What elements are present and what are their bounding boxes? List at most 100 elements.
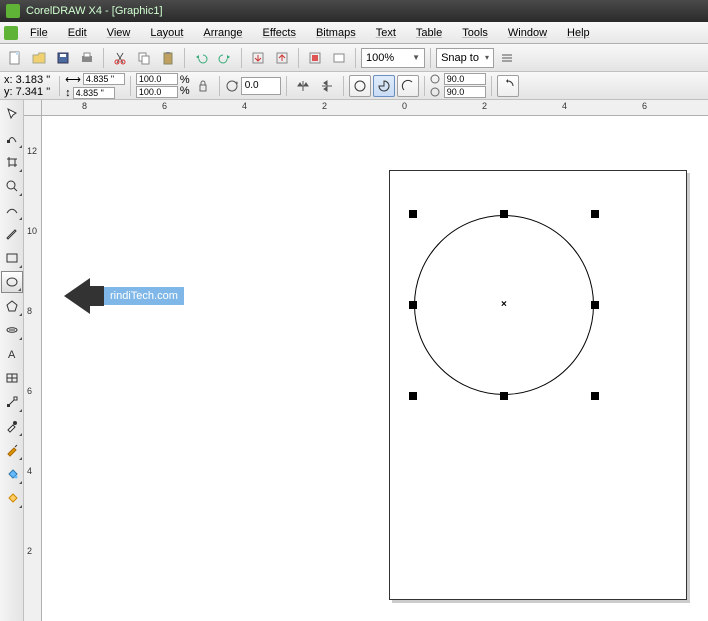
scale-y-input[interactable] [136, 86, 178, 98]
document-icon[interactable] [4, 26, 18, 40]
menu-text[interactable]: Text [366, 27, 406, 39]
percent-label: %% [180, 75, 190, 97]
menu-table[interactable]: Table [406, 27, 452, 39]
basic-shapes-tool[interactable] [1, 319, 23, 341]
menu-layout[interactable]: Layout [140, 27, 193, 39]
freehand-tool[interactable] [1, 199, 23, 221]
snapto-label: Snap to [441, 52, 479, 64]
save-button[interactable] [52, 47, 74, 69]
workspace: A 8 6 4 2 0 2 4 6 8 12 10 8 6 4 2 0 [0, 100, 708, 621]
height-icon: ↕ [65, 87, 71, 99]
end-angle-input[interactable] [444, 86, 486, 98]
start-angle-input[interactable] [444, 73, 486, 85]
import-button[interactable] [247, 47, 269, 69]
arc-mode-button[interactable] [397, 75, 419, 97]
horizontal-ruler[interactable]: 8 6 4 2 0 2 4 6 8 [42, 100, 708, 116]
options-button[interactable] [496, 47, 518, 69]
export-button[interactable] [271, 47, 293, 69]
arrow-left-icon [64, 278, 90, 314]
menu-file[interactable]: File [20, 27, 58, 39]
new-button[interactable] [4, 47, 26, 69]
canvas-area[interactable]: 8 6 4 2 0 2 4 6 8 12 10 8 6 4 2 0 × [24, 100, 708, 621]
app-launcher-button[interactable] [304, 47, 326, 69]
text-tool[interactable]: A [1, 343, 23, 365]
position-readout: x: 3.183 " y: 7.341 " [4, 74, 50, 98]
arc-angle-inputs [430, 73, 486, 98]
direction-button[interactable] [497, 75, 519, 97]
table-tool[interactable] [1, 367, 23, 389]
menu-arrange[interactable]: Arrange [193, 27, 252, 39]
scale-x-input[interactable] [136, 73, 178, 85]
zoom-value: 100% [366, 52, 394, 64]
ellipse-tool[interactable] [1, 271, 23, 293]
standard-toolbar: 100% ▼ Snap to ▾ [0, 44, 708, 72]
ellipse-mode-button[interactable] [349, 75, 371, 97]
window-title: CorelDRAW X4 - [Graphic1] [26, 5, 163, 17]
snapto-dropdown[interactable]: Snap to ▾ [436, 48, 494, 68]
menu-window[interactable]: Window [498, 27, 557, 39]
menu-help[interactable]: Help [557, 27, 600, 39]
start-angle-icon [430, 74, 442, 84]
rotate-icon [225, 79, 239, 93]
annotation-arrow: rindiTech.com [64, 278, 184, 314]
handle-bl[interactable] [409, 392, 417, 400]
width-icon: ⟷ [65, 73, 81, 86]
polygon-tool[interactable] [1, 295, 23, 317]
mirror-h-button[interactable] [292, 75, 314, 97]
handle-tc[interactable] [500, 210, 508, 218]
open-button[interactable] [28, 47, 50, 69]
chevron-down-icon: ▾ [485, 53, 489, 62]
property-bar: x: 3.183 " y: 7.341 " ⟷ ↕ %% [0, 72, 708, 100]
watermark-label: rindiTech.com [104, 287, 184, 305]
menu-edit[interactable]: Edit [58, 27, 97, 39]
copy-button[interactable] [133, 47, 155, 69]
handle-tr[interactable] [591, 210, 599, 218]
handle-tl[interactable] [409, 210, 417, 218]
mirror-v-button[interactable] [316, 75, 338, 97]
scale-inputs [136, 73, 178, 98]
handle-bc[interactable] [500, 392, 508, 400]
height-input[interactable] [73, 87, 115, 99]
handle-br[interactable] [591, 392, 599, 400]
shape-tool[interactable] [1, 127, 23, 149]
ruler-origin[interactable] [24, 100, 42, 116]
arrow-body [90, 286, 104, 306]
fill-tool[interactable] [1, 463, 23, 485]
rectangle-tool[interactable] [1, 247, 23, 269]
print-button[interactable] [76, 47, 98, 69]
menu-tools[interactable]: Tools [452, 27, 498, 39]
cut-button[interactable] [109, 47, 131, 69]
undo-button[interactable] [190, 47, 212, 69]
crop-tool[interactable] [1, 151, 23, 173]
lock-ratio-button[interactable] [192, 75, 214, 97]
menubar: File Edit View Layout Arrange Effects Bi… [0, 22, 708, 44]
rotation-input[interactable] [241, 77, 281, 95]
vertical-ruler[interactable]: 12 10 8 6 4 2 0 [24, 116, 42, 621]
titlebar: CorelDRAW X4 - [Graphic1] [0, 0, 708, 22]
menu-bitmaps[interactable]: Bitmaps [306, 27, 366, 39]
size-inputs: ⟷ ↕ [65, 73, 125, 99]
handle-mr[interactable] [591, 301, 599, 309]
menu-view[interactable]: View [97, 27, 141, 39]
smart-drawing-tool[interactable] [1, 223, 23, 245]
pick-tool[interactable] [1, 103, 23, 125]
zoom-dropdown[interactable]: 100% ▼ [361, 48, 425, 68]
interactive-tool[interactable] [1, 391, 23, 413]
object-center-icon: × [501, 299, 507, 310]
paste-button[interactable] [157, 47, 179, 69]
app-logo-icon [6, 4, 20, 18]
interactive-fill-tool[interactable] [1, 487, 23, 509]
width-input[interactable] [83, 73, 125, 85]
svg-text:A: A [8, 349, 16, 361]
chevron-down-icon: ▼ [412, 53, 420, 62]
end-angle-icon [430, 87, 442, 97]
handle-ml[interactable] [409, 301, 417, 309]
outline-tool[interactable] [1, 439, 23, 461]
eyedropper-tool[interactable] [1, 415, 23, 437]
zoom-tool[interactable] [1, 175, 23, 197]
pie-mode-button[interactable] [373, 75, 395, 97]
redo-button[interactable] [214, 47, 236, 69]
toolbox: A [0, 100, 24, 621]
welcome-button[interactable] [328, 47, 350, 69]
menu-effects[interactable]: Effects [253, 27, 306, 39]
